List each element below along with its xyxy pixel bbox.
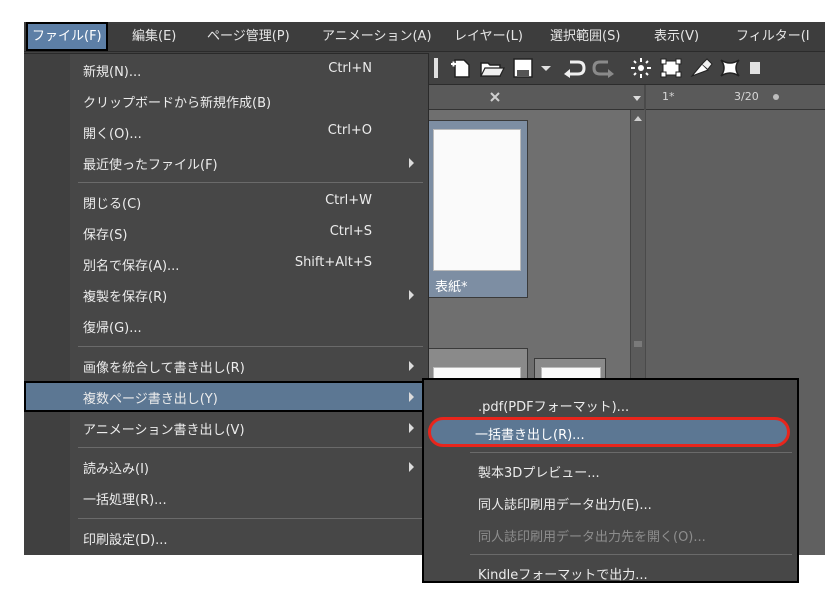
menu-item-label: .pdf(PDFフォーマット)... [478, 400, 630, 415]
menu-item-shortcut: Shift+Alt+S [294, 255, 372, 270]
export-multiple-pages-submenu: .pdf(PDFフォーマット)... 製本3Dプレビュー... 同人誌印刷用デー… [422, 378, 799, 583]
menu-separator [78, 518, 423, 519]
scroll-up-icon[interactable] [633, 114, 643, 122]
menu-item-label: 別名で保存(A)... [83, 259, 180, 274]
menu-item-new-from-clipboard[interactable]: クリップボードから新規作成(B) [24, 85, 428, 116]
menu-item-label: 製本3Dプレビュー... [478, 466, 600, 481]
menu-separator [78, 346, 423, 347]
menu-selection[interactable]: 選択範囲(S) [550, 22, 620, 51]
menu-item-label: 閉じる(C) [83, 197, 142, 212]
menu-item-label: 印刷設定(D)... [83, 533, 168, 548]
page-panel-header [404, 85, 644, 110]
menu-item-label: 新規(N)... [83, 65, 142, 80]
mesh-transform-icon[interactable] [717, 56, 743, 80]
menu-item-label: 一括書き出し(R)... [475, 428, 585, 443]
menu-item-label: 複数ページ書き出し(Y) [83, 392, 218, 407]
menu-item-shortcut: Ctrl+O [327, 123, 372, 138]
submenu-item-open-print-data-folder: 同人誌印刷用データ出力先を開く(O)... [424, 520, 797, 550]
menu-item-revert[interactable]: 復帰(G)... [24, 310, 428, 341]
menu-item-label: 同人誌印刷用データ出力先を開く(O)... [478, 530, 706, 545]
submenu-arrow-icon [409, 158, 414, 168]
menu-item-label: Kindleフォーマットで出力... [478, 568, 648, 583]
menu-item-label: アニメーション書き出し(V) [83, 423, 245, 438]
undo-icon[interactable] [562, 56, 588, 80]
menu-item-label: 保存(S) [83, 228, 128, 243]
toolbar-divider-icon [434, 58, 438, 78]
submenu-item-kindle-export[interactable]: Kindleフォーマットで出力... [424, 558, 797, 583]
page-thumbnail-label: 表紙* [435, 280, 468, 295]
menu-item-save-copy[interactable]: 複製を保存(R) [24, 279, 428, 310]
menu-edit[interactable]: 編集(E) [132, 22, 176, 51]
menu-item-save[interactable]: 保存(S) Ctrl+S [24, 217, 428, 248]
menu-separator [470, 452, 792, 453]
scroll-grip-icon[interactable] [634, 340, 642, 348]
menu-filter[interactable]: フィルター(I [736, 22, 810, 51]
menu-separator [78, 182, 423, 183]
unsaved-dot-icon [773, 94, 779, 100]
menu-item-save-as[interactable]: 別名で保存(A)... Shift+Alt+S [24, 248, 428, 279]
chevron-down-icon[interactable] [538, 56, 554, 80]
menu-item-shortcut: Ctrl+N [328, 61, 372, 76]
save-icon[interactable] [510, 56, 536, 80]
menu-item-label: 復帰(G)... [83, 321, 142, 336]
menu-item-label: 一括処理(R)... [83, 493, 167, 508]
close-icon[interactable] [489, 91, 501, 103]
menu-item-shortcut: Ctrl+W [325, 193, 372, 208]
panel-menu-icon[interactable] [632, 93, 642, 103]
submenu-arrow-icon [409, 290, 414, 300]
submenu-arrow-icon [409, 423, 414, 433]
submenu-item-batch-export[interactable]: 一括書き出し(R)... [428, 417, 790, 447]
menu-item-label: 複製を保存(R) [83, 290, 168, 305]
submenu-arrow-icon [409, 361, 414, 371]
redo-icon[interactable] [590, 56, 616, 80]
menu-item-label: 読み込み(I) [83, 462, 149, 477]
menu-item-export-merged[interactable]: 画像を統合して書き出し(R) [24, 350, 428, 381]
submenu-item-bookbinding-3d-preview[interactable]: 製本3Dプレビュー... [424, 456, 797, 486]
more-tools-icon[interactable] [748, 56, 764, 80]
menu-item-batch-process[interactable]: 一括処理(R)... [24, 482, 428, 513]
canvas-tab-count: 3/20 [734, 90, 759, 103]
menu-animation[interactable]: アニメーション(A) [322, 22, 432, 51]
menu-item-shortcut: Ctrl+S [329, 224, 372, 239]
file-menu: 新規(N)... Ctrl+N クリップボードから新規作成(B) 開く(O)..… [24, 53, 429, 555]
submenu-arrow-icon [409, 462, 414, 472]
menu-item-close[interactable]: 閉じる(C) Ctrl+W [24, 186, 428, 217]
sparkle-icon[interactable] [628, 56, 654, 80]
menu-item-label: 最近使ったファイル(F) [83, 158, 218, 173]
menubar: ファイル(F) 編集(E) ページ管理(P) アニメーション(A) レイヤー(L… [24, 22, 825, 52]
menu-item-recent-files[interactable]: 最近使ったファイル(F) [24, 147, 428, 178]
menu-item-import[interactable]: 読み込み(I) [24, 451, 428, 482]
menu-item-label: 同人誌印刷用データ出力(E)... [478, 498, 652, 513]
menu-layer[interactable]: レイヤー(L) [454, 22, 523, 51]
menu-view[interactable]: 表示(V) [654, 22, 699, 51]
menu-separator [78, 447, 423, 448]
menu-item-print-settings[interactable]: 印刷設定(D)... [24, 522, 428, 553]
menu-item-open[interactable]: 開く(O)... Ctrl+O [24, 116, 428, 147]
page-thumbnail-cover[interactable]: 表紙* [426, 120, 528, 298]
menu-item-new[interactable]: 新規(N)... Ctrl+N [24, 54, 428, 85]
transform-icon[interactable] [658, 56, 684, 80]
new-file-icon[interactable] [449, 56, 475, 80]
canvas-tab-page[interactable]: 1* [662, 90, 675, 103]
submenu-item-pdf[interactable]: .pdf(PDFフォーマット)... [424, 390, 797, 420]
menu-file[interactable]: ファイル(F) [26, 22, 108, 51]
menu-item-export-animation[interactable]: アニメーション書き出し(V) [24, 412, 428, 443]
menu-separator [470, 554, 792, 555]
submenu-arrow-icon [409, 392, 414, 402]
menu-item-label: 開く(O)... [83, 127, 142, 142]
menu-item-label: 画像を統合して書き出し(R) [83, 361, 245, 376]
pen-fill-icon[interactable] [688, 56, 714, 80]
submenu-item-doujinshi-print-data[interactable]: 同人誌印刷用データ出力(E)... [424, 488, 797, 518]
page-paper [433, 129, 521, 271]
menu-item-export-multiple-pages[interactable]: 複数ページ書き出し(Y) [24, 381, 428, 412]
menu-item-label: クリップボードから新規作成(B) [83, 96, 272, 111]
open-folder-icon[interactable] [478, 56, 506, 80]
canvas-tab-bar: 1* 3/20 [646, 85, 825, 110]
menu-page-management[interactable]: ページ管理(P) [207, 22, 290, 51]
